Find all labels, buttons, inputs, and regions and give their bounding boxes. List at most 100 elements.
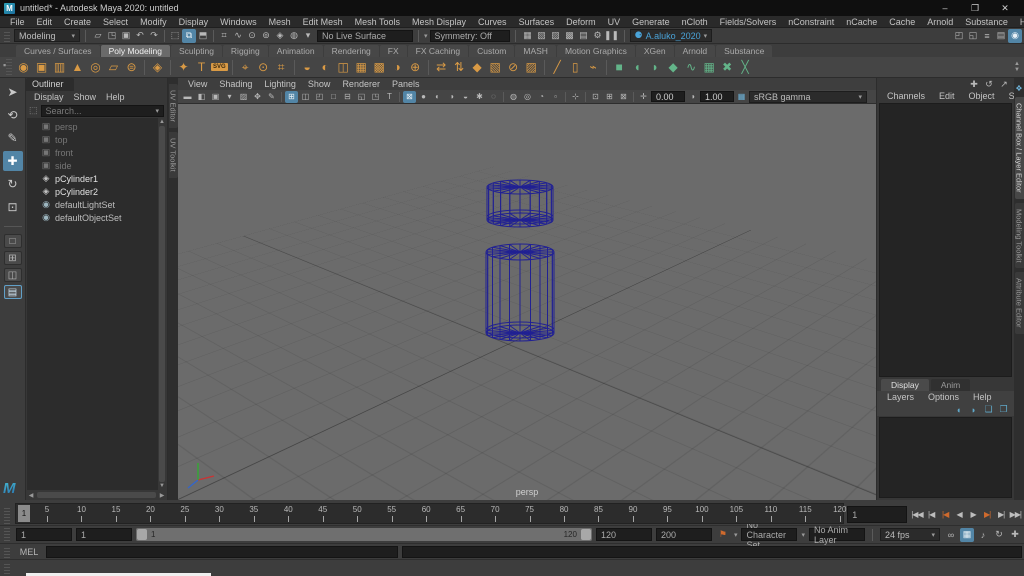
frame-selected-icon[interactable]: ⊹ (569, 91, 582, 103)
bridge-icon[interactable]: ⇅ (451, 59, 468, 76)
gamma-field[interactable]: 1.00 (700, 91, 734, 102)
mute-audio-icon[interactable]: ♪ (976, 528, 990, 542)
close-button[interactable]: ✕ (990, 0, 1020, 16)
channel-box-menu-channels[interactable]: Channels (881, 90, 931, 102)
select-hierarchy-icon[interactable]: ⬚ (168, 29, 182, 43)
symmetry-field[interactable]: Symmetry: Off (430, 30, 510, 42)
channel-box-toggle-icon[interactable]: ≡ (980, 29, 994, 43)
create-empty-layer-icon[interactable]: ❏ (982, 404, 995, 416)
command-language-toggle[interactable]: MEL (16, 547, 42, 557)
scroll-up-icon[interactable]: ▲ (159, 119, 165, 125)
shadows-icon[interactable]: ◒ (459, 91, 472, 103)
shelf-tab-xgen[interactable]: XGen (636, 45, 674, 57)
snap-grid-icon[interactable]: ⌗ (217, 29, 231, 43)
lock-camera-icon[interactable]: ◧ (195, 91, 208, 103)
viewport-menu-lighting[interactable]: Lighting (258, 78, 302, 90)
redo-icon[interactable]: ↷ (147, 29, 161, 43)
uv-delete-icon[interactable]: ╳ (737, 59, 754, 76)
shelf-tab-animation[interactable]: Animation (269, 45, 323, 57)
step-forward-key-button[interactable]: ▶| (981, 506, 994, 522)
step-back-frame-button[interactable]: |◀ (925, 506, 938, 522)
menu-edit-mesh[interactable]: Edit Mesh (297, 16, 349, 28)
pan-zoom-icon[interactable]: ✥ (251, 91, 264, 103)
live-surface-field[interactable]: No Live Surface (317, 30, 413, 42)
gate-mask-icon[interactable]: ⊠ (617, 91, 630, 103)
pause-viewport-icon[interactable]: ❚❚ (605, 29, 619, 43)
ipr-render-icon[interactable]: ▧ (535, 29, 549, 43)
multi-cut-icon[interactable]: ╱ (549, 59, 566, 76)
shelf-tab-arnold[interactable]: Arnold (675, 45, 716, 57)
modeling-toolkit-toggle-icon[interactable]: ◰ (952, 29, 966, 43)
menu-nconstraint[interactable]: nConstraint (782, 16, 840, 28)
menu-uv[interactable]: UV (602, 16, 627, 28)
go-to-start-button[interactable]: |◀◀ (910, 506, 923, 522)
viewport-menu-view[interactable]: View (182, 78, 213, 90)
layer-menu-layers[interactable]: Layers (881, 391, 920, 403)
poly-cylinder-icon[interactable]: ▥ (51, 59, 68, 76)
grease-pencil-icon[interactable]: ✎ (265, 91, 278, 103)
poly-plane-icon[interactable]: ▱ (105, 59, 122, 76)
menu-ncloth[interactable]: nCloth (676, 16, 714, 28)
range-slider-bar[interactable]: 1 120 (136, 528, 592, 541)
layout-two-icon[interactable]: ◫ (299, 91, 312, 103)
channel-graph-icon[interactable]: ↗ (998, 79, 1010, 90)
panel-tab-channel-box-layer-editor[interactable]: Channel Box / Layer Editor (1015, 97, 1024, 199)
auto-key-icon[interactable]: ✚ (1008, 528, 1022, 542)
lighting-all-icon[interactable]: ◑ (445, 91, 458, 103)
scroll-right-icon[interactable]: ▶ (157, 492, 167, 499)
time-slider[interactable]: 1 5 10 15 20 25 30 35 40 45 50 55 60 65 70 75 80 85 90 95 1… (15, 503, 844, 524)
bookmark-icon[interactable]: ▾ (223, 91, 236, 103)
gamma-icon[interactable]: ◑ (686, 91, 699, 103)
channel-box-menu-object[interactable]: Object (963, 90, 1001, 102)
shelf-tab-mash[interactable]: MASH (515, 45, 556, 57)
layout-graph-icon[interactable]: ◱ (355, 91, 368, 103)
snap-options-caret[interactable]: ▾ (301, 29, 315, 43)
set-to-origin-icon[interactable]: ⊙ (255, 59, 272, 76)
current-frame-marker[interactable]: 1 (18, 505, 30, 522)
layout-single-icon[interactable]: ⊞ (285, 91, 298, 103)
uv-layout-icon[interactable]: ▦ (701, 59, 718, 76)
range-end-handle[interactable] (581, 529, 591, 540)
scroll-left-icon[interactable]: ◀ (26, 492, 36, 499)
select-tool[interactable]: ➤ (3, 82, 23, 102)
menu-help[interactable]: Help (1014, 16, 1024, 28)
poly-sphere-icon[interactable]: ◉ (15, 59, 32, 76)
construction-plane-icon[interactable]: ⌖ (237, 59, 254, 76)
view-transform-dropdown[interactable]: sRGB gamma ▾ (749, 91, 867, 103)
wireframe-on-shaded-icon[interactable]: ⊠ (403, 91, 416, 103)
character-set-dropdown[interactable]: No Character Set (741, 528, 797, 541)
snap-view-plane-icon[interactable]: ◈ (273, 29, 287, 43)
channel-speed-icon[interactable]: ↺ (983, 79, 995, 90)
layer-menu-help[interactable]: Help (967, 391, 998, 403)
exposure-field[interactable]: 0.00 (651, 91, 685, 102)
boolean-icon[interactable]: ▨ (523, 59, 540, 76)
rotate-tool[interactable]: ↻ (3, 174, 23, 194)
drag-grip[interactable] (4, 546, 10, 558)
outliner-item-pcylinder1[interactable]: ◈ pCylinder1 (27, 172, 166, 185)
drag-grip[interactable] (6, 59, 12, 75)
uv-cut-sew-tool-icon[interactable]: ✖ (719, 59, 736, 76)
render-settings-icon[interactable]: ▨ (549, 29, 563, 43)
select-component-icon[interactable]: ⬒ (196, 29, 210, 43)
menu-mesh-display[interactable]: Mesh Display (406, 16, 472, 28)
menu-generate[interactable]: Generate (626, 16, 676, 28)
layout-single-pane[interactable]: □ (4, 234, 22, 248)
shelf-tab-substance[interactable]: Substance (716, 45, 772, 57)
sweep-mesh-icon[interactable]: ✦ (175, 59, 192, 76)
drag-grip[interactable] (4, 508, 10, 524)
outliner-menu-display[interactable]: Display (30, 91, 68, 103)
range-start-handle[interactable] (137, 529, 147, 540)
paint-select-tool[interactable]: ✎ (3, 128, 23, 148)
panel-tab-modeling-toolkit[interactable]: Modeling Toolkit (1015, 203, 1024, 269)
move-tool[interactable]: ✚ (3, 151, 23, 171)
shelf-tab-fx[interactable]: FX (380, 45, 407, 57)
smooth-icon[interactable]: ◑ (389, 59, 406, 76)
step-back-key-button[interactable]: |◀ (939, 506, 952, 522)
shelf-tab-curves-surfaces[interactable]: Curves / Surfaces (16, 45, 100, 57)
snap-curve-icon[interactable]: ∿ (231, 29, 245, 43)
menu-deform[interactable]: Deform (560, 16, 602, 28)
uv-sew-icon[interactable]: ◗ (647, 59, 664, 76)
play-forwards-button[interactable]: ▶ (967, 506, 980, 522)
go-to-end-button[interactable]: ▶▶| (1009, 506, 1022, 522)
viewport-menu-shading[interactable]: Shading (213, 78, 258, 90)
